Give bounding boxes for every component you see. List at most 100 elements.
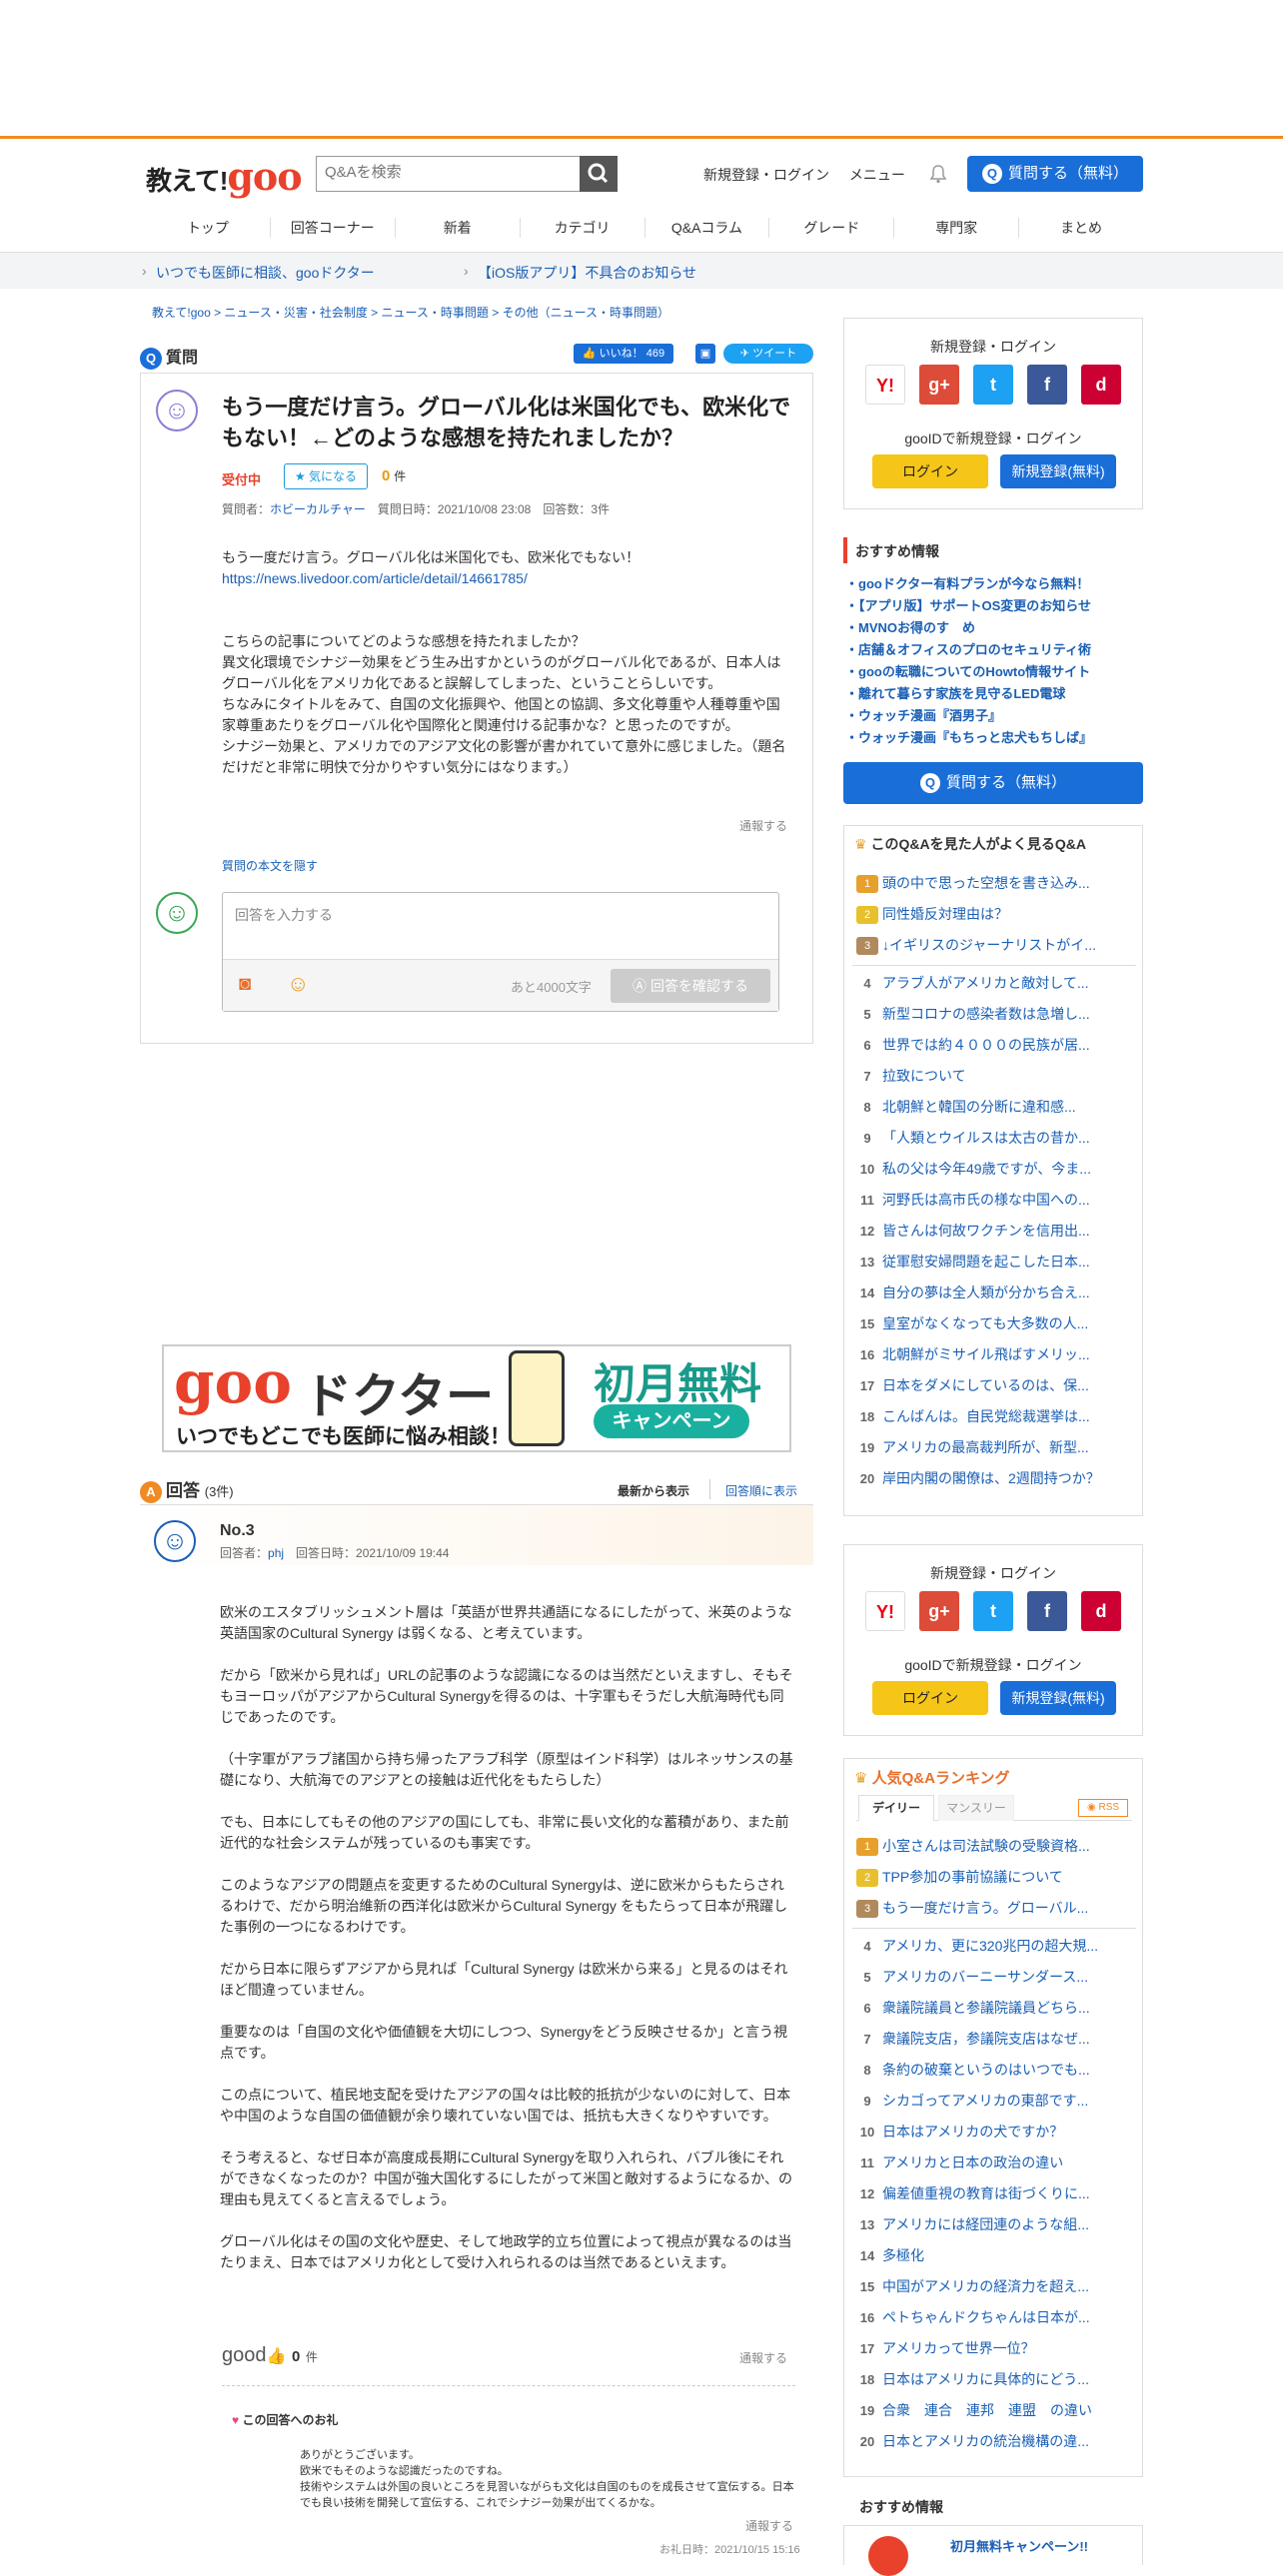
facebook-login-icon[interactable]: f <box>1027 365 1067 405</box>
hide-question-link[interactable]: 質問の本文を隠す <box>222 857 318 874</box>
tweet-button[interactable]: ✈ ツイート <box>723 344 813 364</box>
like-button[interactable]: 👍 いいね！ 469 <box>574 344 673 364</box>
rank-link[interactable]: 北朝鮮がミサイル飛ばすメリッ... <box>882 1339 1090 1370</box>
nav-item[interactable]: カテゴリ <box>521 218 645 238</box>
rank-link[interactable]: アメリカには経団連のような組... <box>882 2209 1089 2240</box>
recommended-item[interactable]: ・gooドクター有料プランが今なら無料！ <box>845 573 1145 595</box>
notice-link[interactable]: 【iOS版アプリ】不具合のお知らせ <box>478 263 696 283</box>
nav-item[interactable]: 専門家 <box>894 218 1020 238</box>
recommended-item[interactable]: ・離れて暮らす家族を見守るLED電球 <box>845 683 1145 705</box>
emoji-icon[interactable]: ☺ <box>287 971 309 997</box>
facebook-login-icon[interactable]: f <box>1027 1591 1067 1631</box>
rank-link[interactable]: 拉致について <box>882 1061 966 1092</box>
nav-item[interactable]: まとめ <box>1019 218 1143 238</box>
rank-link[interactable]: 新型コロナの感染者数は急増し... <box>882 999 1090 1030</box>
doctor-ad-banner[interactable]: goo ドクター いつでもどこでも医師に悩み相談！ 初月無料 キャンペーン <box>162 1344 791 1452</box>
recommended-item[interactable]: ・ウォッチ漫画『もちっと忠犬もちしば』 <box>845 727 1145 749</box>
nav-item[interactable]: 新着 <box>396 218 521 238</box>
register-button[interactable]: 新規登録(無料) <box>1000 454 1116 488</box>
rank-link[interactable]: 北朝鮮と韓国の分断に違和感... <box>882 1092 1076 1123</box>
rank-link[interactable]: シカゴってアメリカの東部です... <box>882 2086 1088 2117</box>
rank-link[interactable]: 衆議院支店，参議院支店はなぜ... <box>882 2024 1090 2055</box>
bell-icon[interactable] <box>929 164 947 184</box>
rank-link[interactable]: 日本はアメリカに具体的にどう... <box>882 2364 1089 2395</box>
recommended-item[interactable]: ・店舗＆オフィスのプロのセキュリティ術 <box>845 639 1145 661</box>
answer-input[interactable]: 回答を入力する <box>235 905 333 925</box>
site-logo[interactable]: 教えて!goo <box>146 154 303 199</box>
rank-link[interactable]: 岸田内閣の閣僚は、2週間持つか？ <box>882 1463 1100 1494</box>
google-login-icon[interactable]: g+ <box>919 365 959 405</box>
docomo-login-icon[interactable]: d <box>1081 1591 1121 1631</box>
menu-link[interactable]: メニュー <box>849 167 905 183</box>
yahoo-login-icon[interactable]: Y! <box>865 365 905 405</box>
rank-link[interactable]: アメリカって世界一位？ <box>882 2333 1035 2364</box>
rank-link[interactable]: 中国がアメリカの経済力を超え... <box>882 2271 1089 2302</box>
camera-icon[interactable]: ◙ <box>239 973 251 996</box>
register-button[interactable]: 新規登録(無料) <box>1000 1681 1116 1715</box>
rank-link[interactable]: 河野氏は高市氏の様な中国への... <box>882 1185 1090 1216</box>
report-link[interactable]: 通報する <box>739 817 787 834</box>
article-link[interactable]: https://news.livedoor.com/article/detail… <box>222 570 528 586</box>
rank-link[interactable]: 衆議院議員と参議院議員どちら... <box>882 1993 1090 2024</box>
confirm-answer-button[interactable]: Ⓐ 回答を確認する <box>611 969 770 1003</box>
notice-link[interactable]: いつでも医師に相談、gooドクター <box>156 263 375 283</box>
rank-link[interactable]: 多極化 <box>882 2240 924 2271</box>
watch-button[interactable]: ★ 気になる <box>284 463 368 489</box>
nav-item[interactable]: Q&Aコラム <box>645 218 770 238</box>
rank-link[interactable]: アメリカと日本の政治の違い <box>882 2147 1063 2178</box>
nav-item[interactable]: トップ <box>146 218 271 238</box>
ask-question-button[interactable]: Q 質問する（無料） <box>967 156 1143 192</box>
bookmark-button[interactable]: ▣ <box>695 344 715 364</box>
breadcrumb[interactable]: 教えて!goo > ニュース・災害・社会制度 > ニュース・時事問題 > その他… <box>152 304 669 321</box>
rank-link[interactable]: アメリカ、更に320兆円の超大規... <box>882 1931 1098 1962</box>
nav-item[interactable]: 回答コーナー <box>271 218 396 238</box>
rank-link[interactable]: 皆さんは何故ワクチンを信用出... <box>882 1216 1090 1247</box>
sort-oldest-tab[interactable]: 回答順に表示 <box>725 1482 797 1499</box>
good-button[interactable]: good👍 0 件 <box>222 2344 318 2367</box>
rank-link[interactable]: 私の父は今年49歳ですが、今ま... <box>882 1154 1091 1185</box>
search-button[interactable] <box>580 156 618 192</box>
rank-link[interactable]: 合衆 連合 連邦 連盟 の違い <box>882 2395 1092 2426</box>
login-link[interactable]: 新規登録・ログイン <box>703 167 829 183</box>
rank-link[interactable]: ↓イギリスのジャーナリストがイ... <box>882 930 1096 961</box>
rank-link[interactable]: 頭の中で思った空想を書き込み... <box>882 868 1090 899</box>
answerer-avatar-icon[interactable]: ☺ <box>154 1520 196 1562</box>
tab-daily[interactable]: デイリー <box>858 1795 934 1821</box>
yahoo-login-icon[interactable]: Y! <box>865 1591 905 1631</box>
rank-link[interactable]: 自分の夢は全人類が分かち合え... <box>882 1278 1090 1308</box>
login-button[interactable]: ログイン <box>872 1681 988 1715</box>
rank-link[interactable]: 従軍慰安婦問題を起こした日本... <box>882 1247 1090 1278</box>
rank-link[interactable]: 日本はアメリカの犬ですか？ <box>882 2117 1063 2147</box>
rank-link[interactable]: アメリカの最高裁判所が、新型... <box>882 1432 1089 1463</box>
rank-link[interactable]: もう一度だけ言う。グローバル... <box>882 1893 1088 1924</box>
sort-newest-tab[interactable]: 最新から表示 <box>618 1482 689 1499</box>
search-box[interactable] <box>316 156 582 192</box>
login-button[interactable]: ログイン <box>872 454 988 488</box>
docomo-login-icon[interactable]: d <box>1081 365 1121 405</box>
twitter-login-icon[interactable]: t <box>973 1591 1013 1631</box>
twitter-login-icon[interactable]: t <box>973 365 1013 405</box>
rss-button[interactable]: ◉ RSS <box>1078 1799 1128 1817</box>
asker-link[interactable]: ホビーカルチャー <box>270 502 366 516</box>
recommended-item[interactable]: ・MVNOお得のす め <box>845 617 1145 639</box>
thanks-report-link[interactable]: 通報する <box>745 2517 793 2534</box>
asker-avatar-icon[interactable]: ☺ <box>156 390 198 431</box>
rank-link[interactable]: こんばんは。自民党総裁選挙は... <box>882 1401 1090 1432</box>
tab-monthly[interactable]: マンスリー <box>938 1795 1014 1821</box>
recommended-item[interactable]: ・gooの転職についてのHowto情報サイト <box>845 661 1145 683</box>
search-input[interactable] <box>317 157 581 188</box>
rank-link[interactable]: TPP参加の事前協議について <box>882 1862 1063 1893</box>
rank-link[interactable]: 日本とアメリカの統治機構の違... <box>882 2426 1089 2457</box>
report-link[interactable]: 通報する <box>739 2349 787 2366</box>
rank-link[interactable]: 偏差値重視の教育は街づくりに... <box>882 2178 1090 2209</box>
rank-link[interactable]: 世界では約４０００の民族が居... <box>882 1030 1090 1061</box>
rank-link[interactable]: アメリカのバーニーサンダース... <box>882 1962 1088 1993</box>
rank-link[interactable]: ペトちゃんドクちゃんは日本が... <box>882 2302 1090 2333</box>
rank-link[interactable]: 「人類とウイルスは太古の昔か... <box>882 1123 1090 1154</box>
rank-link[interactable]: 同性婚反対理由は？ <box>882 899 1008 930</box>
rank-link[interactable]: 条約の破棄というのはいつでも... <box>882 2055 1090 2086</box>
recommended-item[interactable]: ・ウォッチ漫画『酒男子』 <box>845 705 1145 727</box>
rank-link[interactable]: 皇室がなくなっても大多数の人... <box>882 1308 1088 1339</box>
rank-link[interactable]: アラブ人がアメリカと敵対して... <box>882 968 1089 999</box>
rank-link[interactable]: 日本をダメにしているのは、保... <box>882 1370 1089 1401</box>
